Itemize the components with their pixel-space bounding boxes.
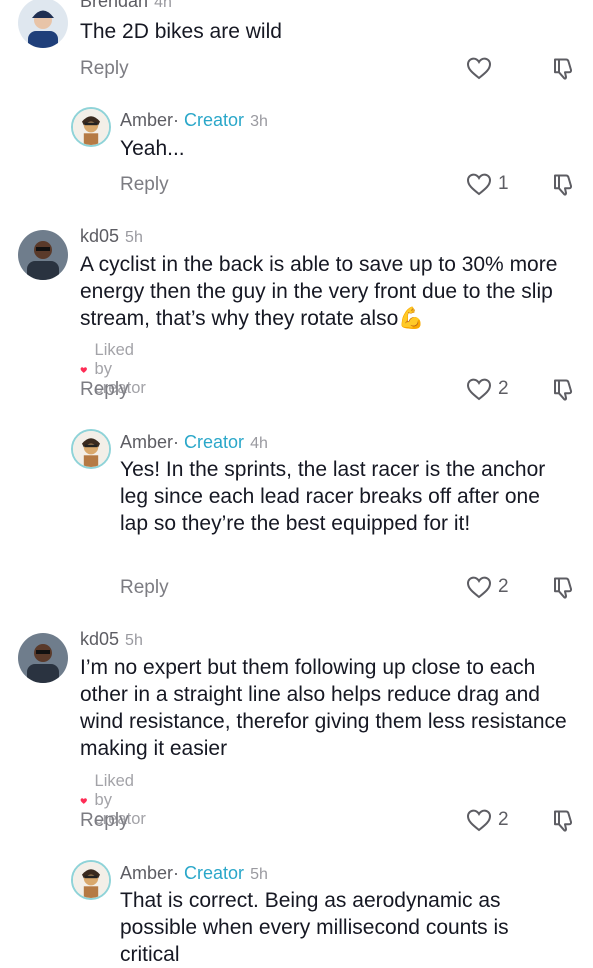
- dislike-button[interactable]: [551, 377, 576, 402]
- comment-header: Amber· Creator 4h: [120, 432, 268, 453]
- like-button[interactable]: 2: [466, 575, 509, 599]
- comment-text: Yes! In the sprints, the last racer is t…: [120, 458, 546, 535]
- thumbs-down-icon: [551, 575, 576, 600]
- comment-time: 4h: [154, 0, 172, 11]
- comment-text: That is correct. Being as aerodynamic as…: [120, 889, 509, 966]
- heart-outline-icon: [466, 575, 492, 599]
- comment-time: 4h: [250, 435, 268, 452]
- comment-time: 5h: [125, 229, 143, 246]
- reply-button[interactable]: Reply: [80, 58, 129, 80]
- heart-outline-icon: [466, 56, 492, 80]
- dislike-button[interactable]: [551, 172, 576, 197]
- comment-header: kd05 5h: [80, 226, 143, 247]
- thumbs-down-icon: [551, 808, 576, 833]
- like-button[interactable]: 2: [466, 377, 509, 401]
- dislike-button[interactable]: [551, 808, 576, 833]
- author-name[interactable]: Amber: [120, 110, 173, 130]
- creator-badge: Creator: [184, 432, 245, 452]
- like-button[interactable]: 1: [466, 172, 509, 196]
- thumbs-down-icon: [551, 172, 576, 197]
- heart-outline-icon: [466, 377, 492, 401]
- comment-time: 5h: [125, 632, 143, 649]
- author-name[interactable]: Amber: [120, 432, 173, 452]
- comment-text: I’m no expert but them following up clos…: [80, 656, 567, 760]
- like-count: 1: [498, 173, 509, 194]
- author-name[interactable]: Brendan: [80, 0, 148, 11]
- creator-badge: Creator: [184, 110, 245, 130]
- avatar[interactable]: [18, 230, 68, 280]
- like-button[interactable]: [466, 56, 492, 80]
- thumbs-down-icon: [551, 377, 576, 402]
- avatar[interactable]: [71, 860, 111, 900]
- comment-header: Amber· Creator 5h: [120, 863, 268, 884]
- heart-outline-icon: [466, 172, 492, 196]
- like-count: 2: [498, 576, 509, 597]
- like-count: 2: [498, 378, 509, 399]
- dislike-button[interactable]: [551, 575, 576, 600]
- comment-header: kd05 5h: [80, 629, 143, 650]
- avatar[interactable]: [71, 429, 111, 469]
- dislike-button[interactable]: [551, 56, 576, 81]
- like-count: 2: [498, 809, 509, 830]
- author-name[interactable]: kd05: [80, 629, 119, 649]
- comment-header: Brendan 4h: [80, 0, 172, 12]
- reply-button[interactable]: Reply: [120, 577, 169, 599]
- comment-text: A cyclist in the back is able to save up…: [80, 253, 558, 330]
- reply-button[interactable]: Reply: [80, 379, 129, 401]
- creator-badge: Creator: [184, 863, 245, 883]
- separator: ·: [173, 863, 180, 883]
- separator: ·: [173, 110, 180, 130]
- comment-text: The 2D bikes are wild: [80, 20, 282, 43]
- avatar[interactable]: [71, 107, 111, 147]
- separator: ·: [173, 432, 180, 452]
- comment-time: 5h: [250, 866, 268, 883]
- thumbs-down-icon: [551, 56, 576, 81]
- heart-filled-icon: [80, 363, 88, 377]
- comment-time: 3h: [250, 113, 268, 130]
- comment-text: Yeah...: [120, 137, 185, 160]
- heart-outline-icon: [466, 808, 492, 832]
- reply-button[interactable]: Reply: [80, 810, 129, 832]
- author-name[interactable]: Amber: [120, 863, 173, 883]
- like-button[interactable]: 2: [466, 808, 509, 832]
- author-name[interactable]: kd05: [80, 226, 119, 246]
- avatar[interactable]: [18, 0, 68, 48]
- heart-filled-icon: [80, 794, 88, 808]
- comment-header: Amber· Creator 3h: [120, 110, 268, 131]
- avatar[interactable]: [18, 633, 68, 683]
- reply-button[interactable]: Reply: [120, 174, 169, 196]
